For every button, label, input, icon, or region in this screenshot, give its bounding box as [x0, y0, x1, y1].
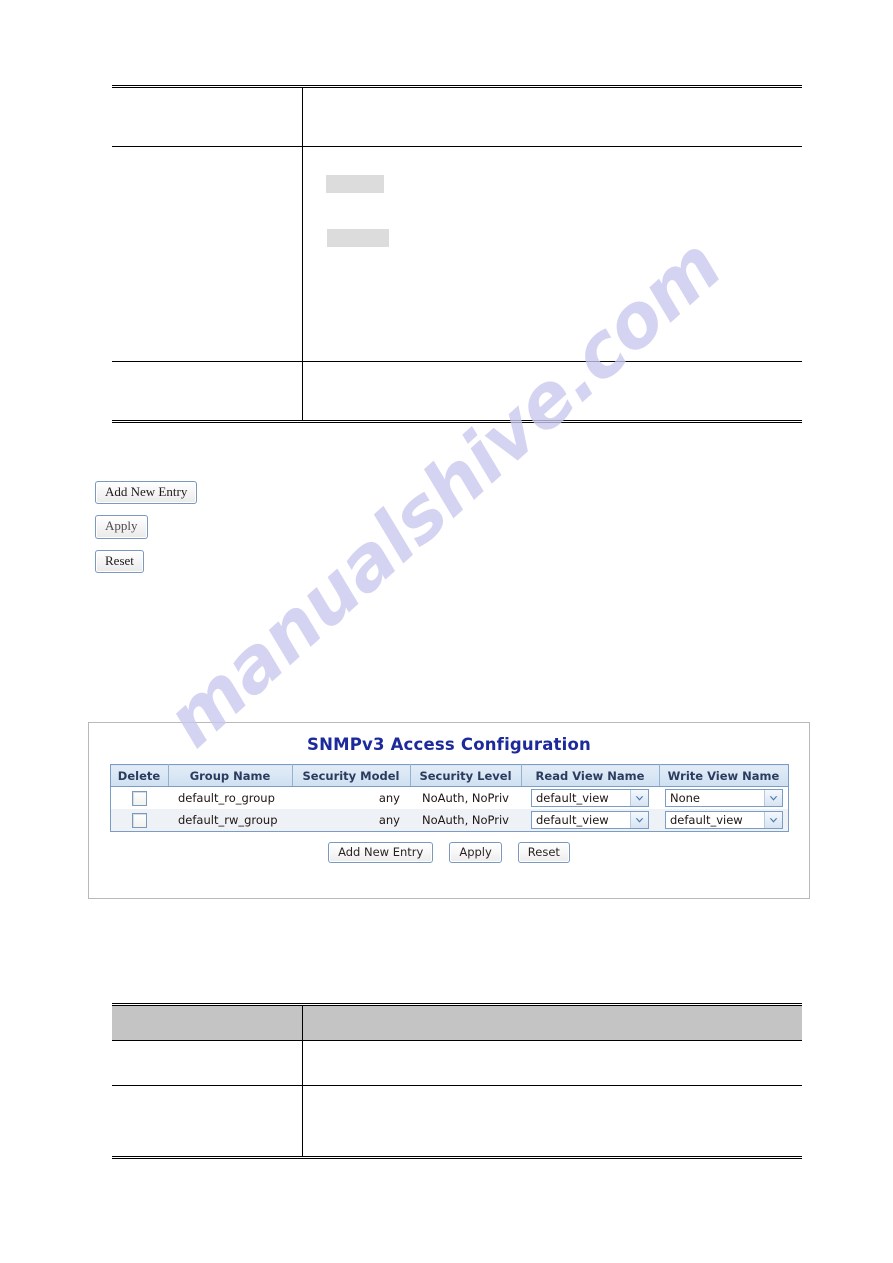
table-row: default_rw_group any NoAuth, NoPriv defa… [110, 809, 788, 832]
table-row [112, 85, 802, 147]
spec-label-cell [112, 85, 302, 147]
group-name-cell: default_rw_group [168, 809, 292, 832]
add-new-entry-button[interactable]: Add New Entry [95, 481, 198, 505]
redaction-block-2 [327, 229, 389, 247]
add-new-entry-button-row: Add New Entry [95, 481, 198, 505]
snmp-apply-button[interactable]: Apply [449, 842, 502, 863]
snmpv3-access-configuration-screenshot: SNMPv3 Access Configuration Delete Group… [88, 722, 810, 899]
chevron-down-icon [630, 790, 648, 806]
document-button-group: Add New Entry Apply Reset [95, 481, 198, 584]
chevron-down-icon [764, 790, 782, 806]
spec-label-cell [112, 146, 302, 362]
read-view-name-cell: default_view [521, 786, 659, 809]
read-view-name-select[interactable]: default_view [531, 811, 649, 829]
security-model-cell: any [292, 786, 410, 809]
security-level-cell: NoAuth, NoPriv [410, 809, 521, 832]
spec-description-cell [301, 361, 802, 423]
write-view-name-value: default_view [670, 813, 743, 827]
write-view-name-cell: None [659, 786, 788, 809]
table-row [112, 361, 802, 423]
page-title: SNMPv3 Access Configuration [307, 735, 591, 754]
snmpv3-access-table: Delete Group Name Security Model Securit… [109, 764, 789, 832]
apply-button[interactable]: Apply [95, 515, 148, 539]
redaction-block-1 [326, 175, 384, 193]
column-header-read-view-name: Read View Name [521, 764, 660, 787]
spec-description-cell [301, 1085, 802, 1159]
spec-description-cell [301, 85, 802, 147]
snmp-add-new-entry-button[interactable]: Add New Entry [328, 842, 434, 863]
column-header-security-level: Security Level [410, 764, 522, 787]
read-view-name-cell: default_view [521, 809, 659, 832]
spec-label-cell [112, 361, 302, 423]
reset-button-row: Reset [95, 549, 197, 573]
spec-header-description-cell [301, 1003, 802, 1041]
spec-description-cell [301, 1040, 802, 1086]
delete-checkbox[interactable] [131, 812, 147, 828]
bottom-specification-table [112, 1003, 802, 1159]
group-name-cell: default_ro_group [168, 786, 292, 809]
apply-button-row: Apply [95, 515, 197, 539]
spec-header-label-cell [112, 1003, 302, 1041]
top-specification-table [112, 85, 802, 423]
write-view-name-select[interactable]: default_view [665, 811, 783, 829]
column-header-group-name: Group Name [168, 764, 293, 787]
snmp-reset-button[interactable]: Reset [517, 842, 570, 863]
security-model-cell: any [292, 809, 410, 832]
table-row [112, 1085, 802, 1159]
security-level-cell: NoAuth, NoPriv [410, 786, 521, 809]
table-header-row: Delete Group Name Security Model Securit… [110, 764, 788, 787]
spec-label-cell [112, 1085, 302, 1159]
chevron-down-icon [630, 812, 648, 828]
snmp-button-group: Add New Entry Apply Reset [89, 842, 809, 863]
column-header-delete: Delete [110, 764, 169, 787]
column-header-security-model: Security Model [292, 764, 411, 787]
write-view-name-value: None [670, 791, 701, 805]
read-view-name-value: default_view [536, 813, 609, 827]
delete-cell [110, 786, 168, 809]
delete-cell [110, 809, 168, 832]
reset-button[interactable]: Reset [95, 549, 144, 573]
chevron-down-icon [764, 812, 782, 828]
table-header-row [112, 1003, 802, 1041]
write-view-name-cell: default_view [659, 809, 788, 832]
table-row: default_ro_group any NoAuth, NoPriv defa… [110, 786, 788, 809]
spec-label-cell [112, 1041, 302, 1086]
read-view-name-value: default_view [536, 791, 609, 805]
table-row [112, 1040, 802, 1086]
table-row [112, 146, 802, 362]
write-view-name-select[interactable]: None [665, 789, 783, 807]
column-header-write-view-name: Write View Name [659, 764, 788, 787]
read-view-name-select[interactable]: default_view [531, 789, 649, 807]
delete-checkbox[interactable] [131, 790, 147, 806]
